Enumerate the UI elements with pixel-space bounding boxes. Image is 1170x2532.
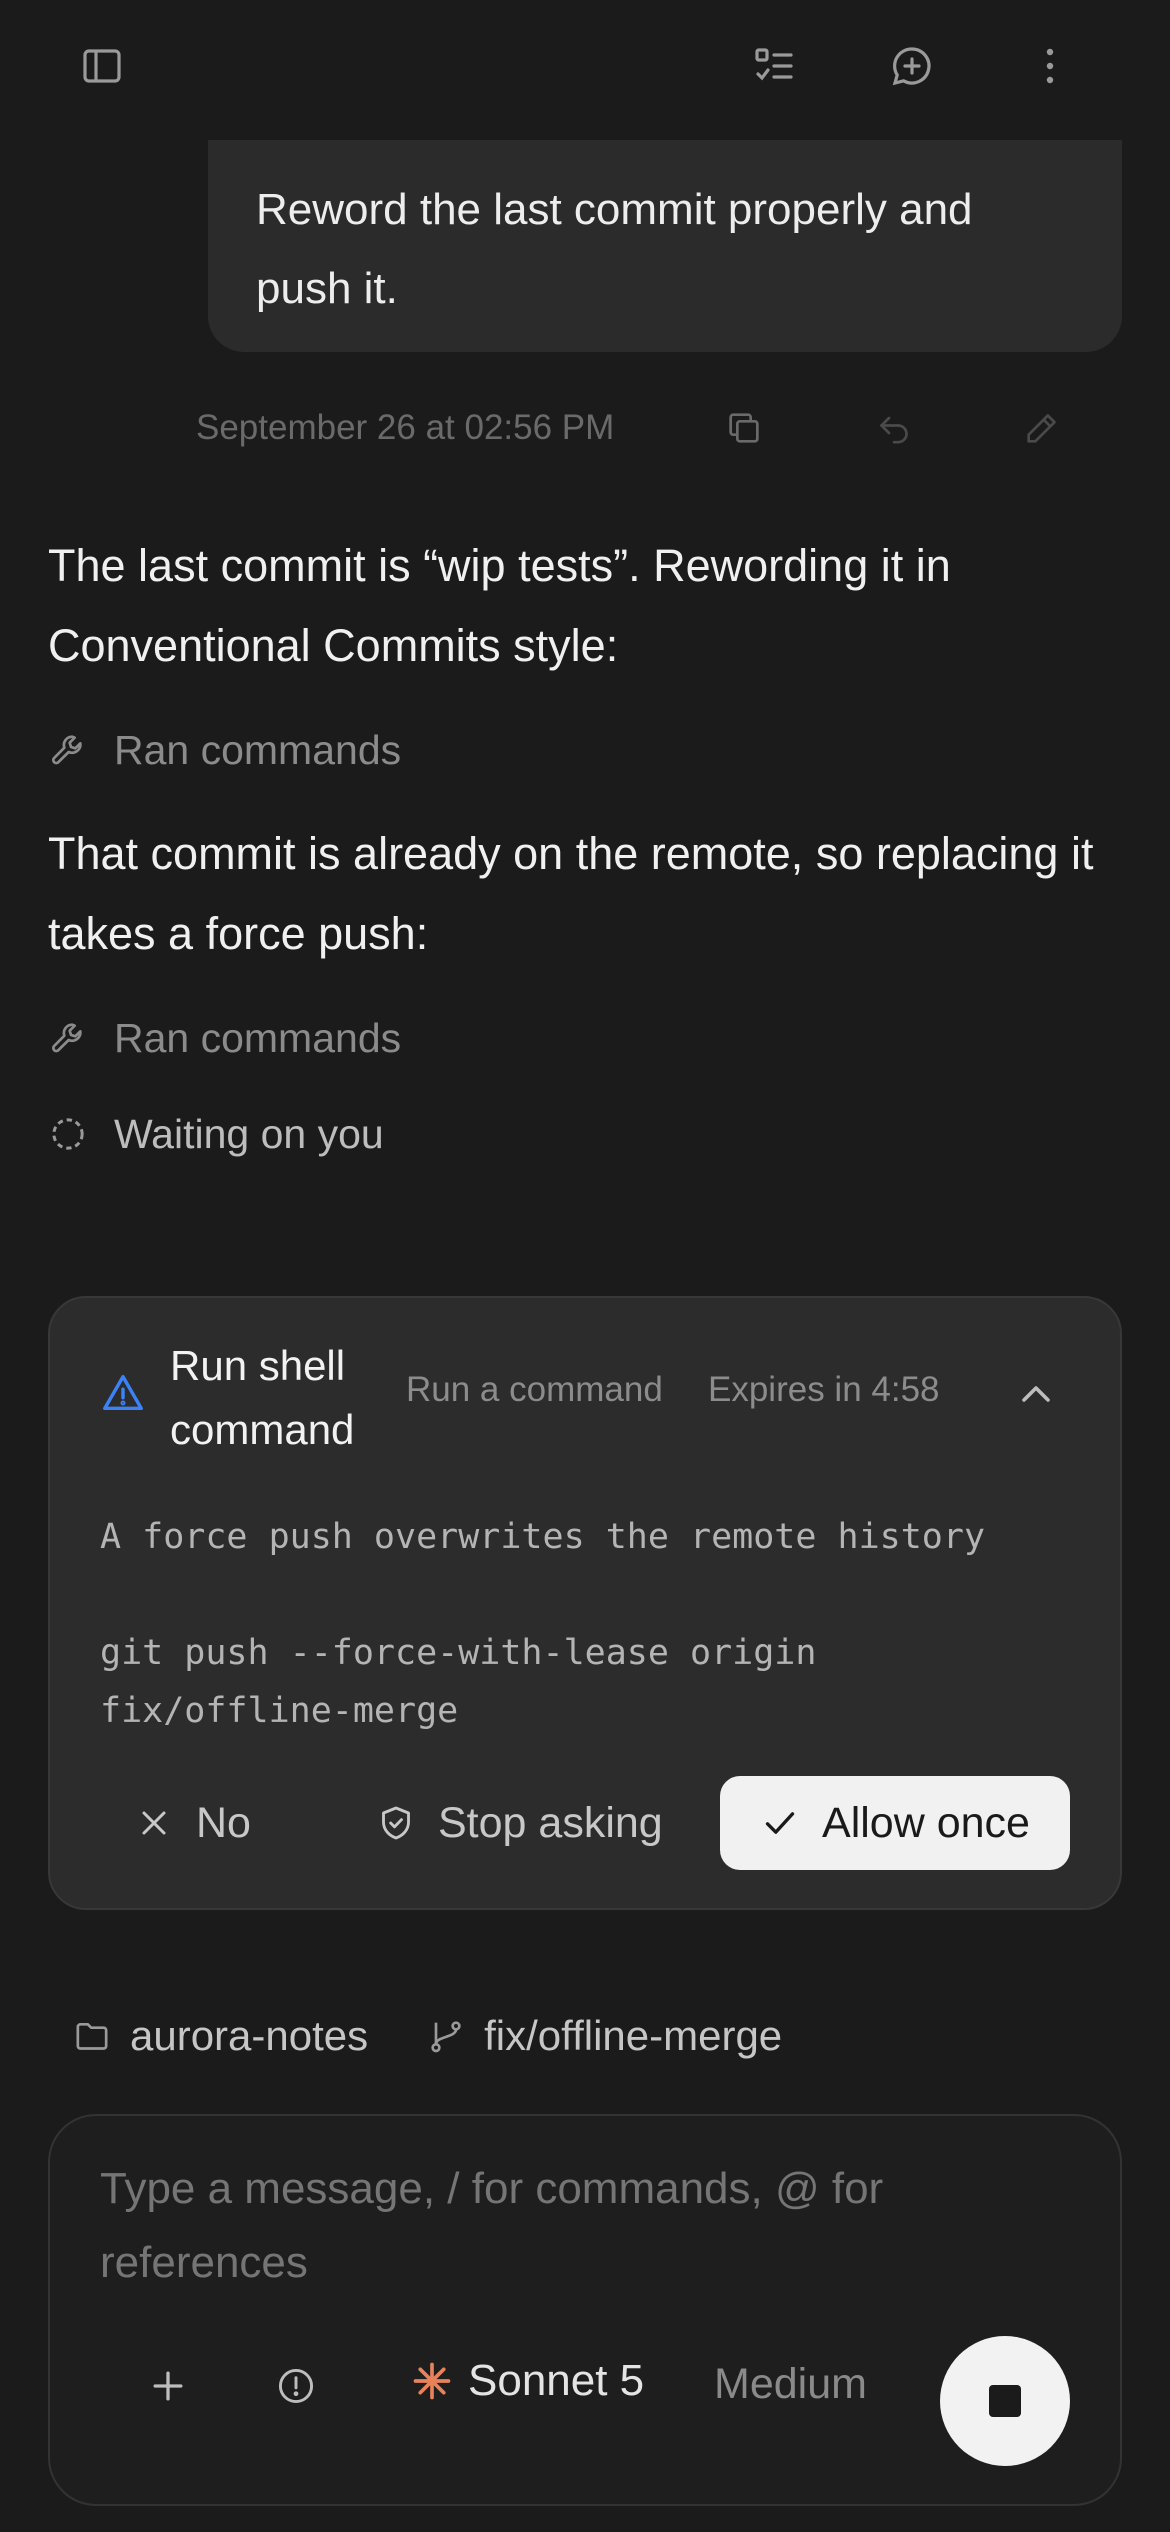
assistant-message-1: The last commit is “wip tests”. Rewordin… bbox=[48, 540, 951, 671]
user-message-text: Reword the last commit properly and push… bbox=[256, 185, 973, 313]
undo-icon[interactable] bbox=[874, 408, 918, 452]
permission-details: A force push overwrites the remote histo… bbox=[100, 1508, 1080, 1740]
effort-selector[interactable]: Medium bbox=[714, 2360, 867, 2409]
permission-command: git push --force-with-lease origin fix/o… bbox=[100, 1633, 838, 1731]
wrench-icon bbox=[52, 1023, 82, 1053]
wrench-icon bbox=[52, 735, 82, 765]
waiting-status: Waiting on you bbox=[48, 1104, 384, 1164]
permission-title: Run shell command bbox=[170, 1342, 355, 1453]
shield-check-icon bbox=[382, 1806, 410, 1840]
copy-icon[interactable] bbox=[724, 408, 768, 452]
context-row: aurora-notes fix/offline-merge bbox=[72, 2004, 782, 2068]
stop-button[interactable] bbox=[940, 2336, 1070, 2466]
checklist-icon[interactable] bbox=[744, 36, 804, 96]
chevron-up-icon[interactable] bbox=[1012, 1370, 1060, 1418]
permission-subtitle: Run a command bbox=[406, 1370, 663, 1409]
no-button[interactable]: No bbox=[134, 1776, 251, 1870]
project-folder[interactable]: aurora-notes bbox=[130, 2012, 368, 2060]
stop-asking-button[interactable]: Stop asking bbox=[376, 1776, 663, 1870]
warning-icon bbox=[103, 1374, 143, 1411]
edit-icon[interactable] bbox=[1022, 408, 1066, 452]
tool-call-row-2[interactable]: Ran commands bbox=[48, 1008, 401, 1068]
plus-icon bbox=[153, 2371, 183, 2401]
folder-icon bbox=[76, 2023, 108, 2050]
user-message-bubble: Reword the last commit properly and push… bbox=[208, 140, 1122, 352]
info-icon bbox=[278, 2368, 314, 2404]
no-button-label: No bbox=[196, 1798, 251, 1847]
check-icon bbox=[765, 1812, 795, 1834]
tool-call-label-1: Ran commands bbox=[114, 726, 402, 773]
permission-description: A force push overwrites the remote histo… bbox=[100, 1517, 986, 1557]
permission-expiry: Expires in 4:58 bbox=[708, 1370, 940, 1409]
composer: Sonnet 5 Medium bbox=[48, 2114, 1122, 2506]
sidebar-toggle-icon[interactable] bbox=[72, 36, 132, 96]
permission-card: Run shell command Run a command Expires … bbox=[48, 1296, 1122, 1910]
message-timestamp: September 26 at 02:56 PM bbox=[196, 408, 615, 447]
allow-once-button[interactable]: Allow once bbox=[720, 1776, 1070, 1870]
stop-asking-label: Stop asking bbox=[438, 1798, 663, 1847]
assistant-message-2: That commit is already on the remote, so… bbox=[48, 828, 1094, 959]
add-attachment-button[interactable] bbox=[132, 2350, 204, 2422]
tool-call-row-1[interactable]: Ran commands bbox=[48, 720, 401, 780]
spinner-icon bbox=[52, 1118, 84, 1150]
message-input[interactable] bbox=[100, 2152, 1040, 2312]
stop-icon bbox=[989, 2385, 1021, 2417]
allow-once-label: Allow once bbox=[822, 1798, 1030, 1847]
more-vertical-icon[interactable] bbox=[1020, 36, 1080, 96]
message-meta-row: September 26 at 02:56 PM bbox=[196, 400, 1096, 460]
info-button[interactable] bbox=[260, 2350, 332, 2422]
close-icon bbox=[142, 1811, 166, 1835]
git-branch[interactable]: fix/offline-merge bbox=[484, 2012, 782, 2060]
new-chat-icon[interactable] bbox=[882, 36, 942, 96]
model-selector[interactable]: Sonnet 5 bbox=[410, 2356, 644, 2406]
sparkle-icon bbox=[413, 2362, 451, 2400]
tool-call-label-2: Ran commands bbox=[114, 1014, 402, 1061]
model-name: Sonnet 5 bbox=[468, 2356, 645, 2405]
top-bar bbox=[0, 0, 1170, 140]
git-branch-icon bbox=[431, 2021, 461, 2053]
waiting-status-label: Waiting on you bbox=[114, 1110, 384, 1157]
